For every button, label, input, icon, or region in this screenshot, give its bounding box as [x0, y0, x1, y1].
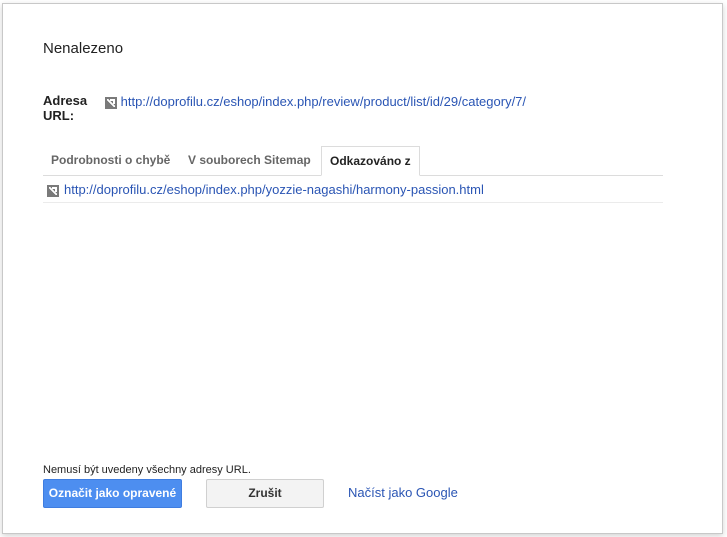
- external-link-icon[interactable]: [47, 185, 59, 197]
- url-row: http://doprofilu.cz/eshop/index.php/revi…: [105, 94, 526, 109]
- tab-in-sitemaps[interactable]: V souborech Sitemap: [180, 146, 319, 174]
- tab-error-details[interactable]: Podrobnosti o chybě: [43, 146, 178, 174]
- mark-as-fixed-button[interactable]: Označit jako opravené: [43, 479, 182, 508]
- tab-bar: Podrobnosti o chybě V souborech Sitemap …: [43, 146, 663, 176]
- external-link-icon[interactable]: [105, 96, 117, 109]
- fetch-as-google-link[interactable]: Načíst jako Google: [348, 485, 458, 500]
- dialog-title: Nenalezeno: [43, 40, 124, 57]
- note-text: Nemusí být uvedeny všechny adresy URL.: [43, 464, 251, 476]
- error-details-dialog: Nenalezeno Adresa URL: http://doprofilu.…: [2, 3, 723, 534]
- tab-linked-from[interactable]: Odkazováno z: [321, 146, 420, 176]
- url-label: Adresa URL:: [43, 93, 88, 123]
- url-link[interactable]: http://doprofilu.cz/eshop/index.php/revi…: [121, 94, 526, 109]
- linked-from-url[interactable]: http://doprofilu.cz/eshop/index.php/yozz…: [64, 182, 484, 197]
- linked-from-row: http://doprofilu.cz/eshop/index.php/yozz…: [43, 178, 663, 203]
- cancel-button[interactable]: Zrušit: [206, 479, 324, 508]
